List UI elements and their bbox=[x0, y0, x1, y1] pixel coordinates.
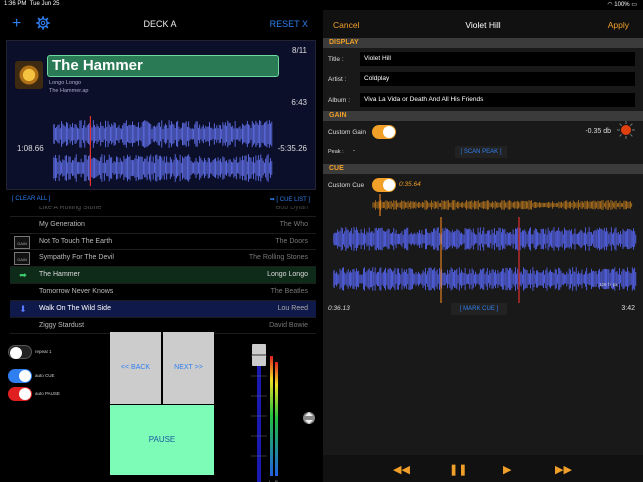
cue-value: 0:35.64 bbox=[399, 181, 421, 188]
mark-cue-button[interactable]: [ MARK CUE ] bbox=[451, 303, 507, 315]
editor-title: Violet Hill bbox=[465, 20, 501, 30]
crossfade-handle[interactable] bbox=[303, 412, 315, 424]
level-meter-right bbox=[275, 362, 278, 476]
level-meter-left bbox=[270, 356, 273, 476]
playlist-artist: The Who bbox=[279, 220, 308, 228]
playlist[interactable]: Like A Rolling Stone Bob Dylan My Generati… bbox=[10, 206, 316, 340]
playlist-artist: The Rolling Stones bbox=[248, 254, 308, 262]
volume-fader[interactable]: L R bbox=[245, 336, 315, 482]
playlist-title: Tomorrow Never Knows bbox=[39, 288, 114, 295]
transport-bar: ◀◀ ❚❚ ▶ ▶▶ bbox=[323, 455, 643, 482]
arrow-right-icon: ➡ bbox=[19, 270, 27, 281]
playlist-title: Walk On The Wild Side bbox=[39, 304, 111, 312]
custom-gain-label: Custom Gain bbox=[328, 129, 366, 136]
next-button[interactable]: NEXT >> bbox=[163, 332, 214, 404]
back-button[interactable]: << BACK bbox=[110, 332, 161, 404]
fast-forward-button[interactable]: ▶▶ bbox=[555, 463, 572, 476]
elapsed-time: 1:08.66 bbox=[17, 144, 44, 153]
playlist-title: My Generation bbox=[39, 220, 85, 228]
playlist-title: Not To Touch The Earth bbox=[39, 237, 113, 245]
gain-value: -0.35 db bbox=[585, 128, 611, 135]
playlist-row[interactable]: Like A Rolling Stone Bob Dylan bbox=[10, 206, 316, 217]
pause-icon[interactable]: ❚❚ bbox=[449, 463, 467, 476]
track-duration: 6:43 bbox=[291, 98, 307, 107]
playlist-row[interactable]: Sympathy For The Devil The Rolling Stones… bbox=[10, 250, 316, 275]
scan-peak-button[interactable]: [ SCAN PEAK ] bbox=[455, 146, 507, 158]
rewind-button[interactable]: ◀◀ bbox=[393, 463, 410, 476]
peak-value: - bbox=[353, 148, 355, 154]
playlist-title: Ziggy Stardust bbox=[39, 321, 85, 329]
deck-panel: + DECK A RESET X The Hammer Longo Longo … bbox=[0, 10, 320, 482]
toggle-label: auto CUE bbox=[35, 373, 55, 378]
track-title: The Hammer bbox=[47, 55, 279, 77]
reset-button[interactable]: RESET X bbox=[270, 19, 308, 29]
title-label: Title : bbox=[328, 56, 344, 63]
cue-zoom-waveform[interactable] bbox=[333, 217, 637, 303]
wifi-icon: ◠ bbox=[607, 2, 613, 8]
playlist-artist: Bob Dylan bbox=[275, 206, 308, 211]
track-count: 8/11 bbox=[292, 46, 307, 55]
deck-header: + DECK A RESET X bbox=[0, 10, 320, 38]
battery-icon: ▭ bbox=[631, 2, 637, 8]
toggle-label: repeat 1 bbox=[35, 349, 52, 354]
playlist-row[interactable]: Walk On The Wild Side Lou Reed ⬇ bbox=[10, 300, 316, 318]
zoom-label: 128 f / px bbox=[599, 282, 618, 287]
playlist-title: Like A Rolling Stone bbox=[39, 206, 102, 211]
custom-cue-label: Custom Cue bbox=[328, 182, 365, 189]
playlist-artist: The Beatles bbox=[270, 288, 308, 295]
status-battery: ◠ 100% ▭ bbox=[607, 2, 637, 8]
playlist-row[interactable]: Not To Touch The Earth The Doors GAIN bbox=[10, 234, 316, 251]
pause-button[interactable]: PAUSE bbox=[110, 405, 214, 475]
playlist-row[interactable]: The Hammer Longo Longo ➡ bbox=[10, 267, 316, 284]
status-bar: 1:36 PM Tue Jun 25 ◠ 100% ▭ bbox=[0, 0, 643, 10]
clear-all-button[interactable]: [ CLEAR ALL ] bbox=[12, 196, 50, 202]
toggle-switch[interactable] bbox=[8, 345, 32, 359]
toggle-switch[interactable] bbox=[8, 369, 32, 383]
title-field[interactable]: Violet Hill bbox=[360, 52, 635, 66]
album-field[interactable]: Viva La Vida or Death And All His Friend… bbox=[360, 93, 635, 107]
remaining-time: -5:35.26 bbox=[277, 144, 307, 153]
gain-section-header: GAIN bbox=[323, 111, 643, 121]
display-section-header: DISPLAY bbox=[323, 38, 643, 48]
album-label: Album : bbox=[328, 97, 351, 104]
apply-button[interactable]: Apply bbox=[608, 20, 629, 30]
playlist-artist: David Bowie bbox=[269, 321, 308, 329]
custom-cue-toggle[interactable] bbox=[372, 178, 396, 192]
arrow-down-icon: ⬇ bbox=[19, 303, 27, 314]
track-file: The Hammer.ap bbox=[49, 88, 89, 94]
playlist-tag: GAIN CUE bbox=[14, 252, 30, 275]
cue-section-header: CUE bbox=[323, 164, 643, 174]
cue-time: 0:36.13 bbox=[328, 305, 350, 312]
deck-waveform[interactable] bbox=[53, 116, 273, 186]
playlist-tag: GAIN bbox=[14, 235, 30, 249]
playlist-artist: The Doors bbox=[275, 237, 308, 245]
track-artist: Longo Longo bbox=[49, 80, 82, 86]
toggle-label: auto PAUSE bbox=[35, 391, 60, 396]
fader-track bbox=[257, 346, 261, 482]
playlist-title: Sympathy For The Devil bbox=[39, 254, 114, 262]
playlist-title: The Hammer bbox=[39, 271, 80, 279]
gain-knob-icon[interactable] bbox=[617, 121, 635, 139]
playlist-artist: Longo Longo bbox=[267, 271, 308, 279]
now-playing-panel[interactable]: The Hammer Longo Longo The Hammer.ap 8/1… bbox=[6, 40, 316, 190]
album-art bbox=[15, 61, 43, 89]
custom-gain-toggle[interactable] bbox=[372, 125, 396, 139]
peak-label: Peak : bbox=[328, 149, 344, 155]
artist-label: Artist : bbox=[328, 76, 347, 83]
status-time: 1:36 PM Tue Jun 25 bbox=[4, 1, 60, 7]
cue-list-button[interactable]: ➡ [ CUE LIST ] bbox=[270, 196, 310, 203]
playlist-row[interactable]: My Generation The Who bbox=[10, 217, 316, 234]
play-icon[interactable]: ▶ bbox=[503, 463, 511, 476]
cue-overview-waveform[interactable] bbox=[333, 194, 637, 216]
artist-field[interactable]: Coldplay bbox=[360, 72, 635, 86]
toggle-switch[interactable] bbox=[8, 387, 32, 401]
total-time: 3:42 bbox=[621, 305, 635, 312]
track-editor-panel: Cancel Violet Hill Apply DISPLAY Title :… bbox=[323, 10, 643, 482]
editor-header: Cancel Violet Hill Apply bbox=[323, 10, 643, 38]
playlist-artist: Lou Reed bbox=[277, 304, 308, 312]
playlist-row[interactable]: Tomorrow Never Knows The Beatles bbox=[10, 284, 316, 301]
